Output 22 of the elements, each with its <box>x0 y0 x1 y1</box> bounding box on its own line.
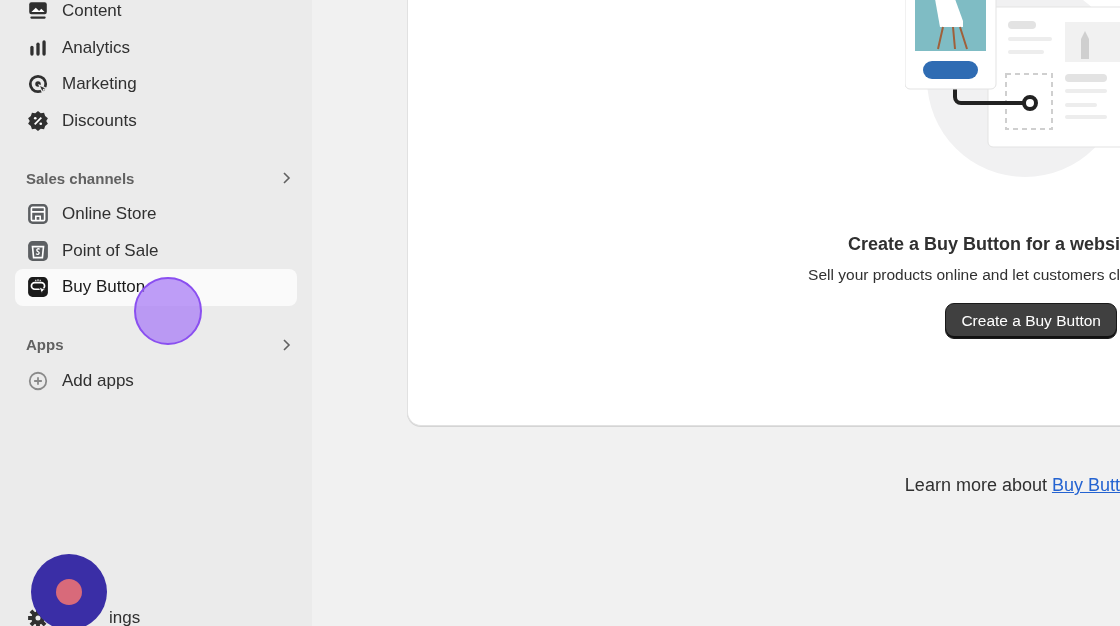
sidebar-item[interactable]: Point of Sale <box>15 232 297 269</box>
sidebar-item[interactable]: Discounts <box>15 102 297 139</box>
settings-label[interactable]: ings <box>109 608 141 626</box>
section-heading: Apps <box>26 336 64 353</box>
sidebar-item[interactable]: Marketing <box>15 66 297 103</box>
section-heading: Sales channels <box>26 169 135 187</box>
learn-more-text: Learn more about Buy Butt <box>904 475 1120 496</box>
sidebar-item[interactable]: Content <box>15 0 297 30</box>
learn-more-link[interactable]: Buy Butt <box>1051 475 1120 495</box>
discount-badge-icon <box>27 109 49 132</box>
sidebar-item[interactable]: Online Store <box>15 196 297 233</box>
card-description: Sell your products online and let customers cl <box>808 266 1120 284</box>
sidebar-item[interactable]: Add apps <box>15 362 297 399</box>
plus-circle-icon <box>27 369 49 392</box>
shopping-bag-icon <box>27 239 49 262</box>
target-icon <box>27 73 49 96</box>
chevron-right-icon[interactable] <box>281 171 291 185</box>
sidebar-item[interactable]: Analytics <box>15 29 297 66</box>
storefront-icon <box>27 203 49 226</box>
create-button[interactable]: Create a Buy Button <box>945 303 1117 339</box>
card-heading: Create a Buy Button for a websi <box>847 234 1120 255</box>
chevron-right-icon[interactable] <box>281 337 291 352</box>
